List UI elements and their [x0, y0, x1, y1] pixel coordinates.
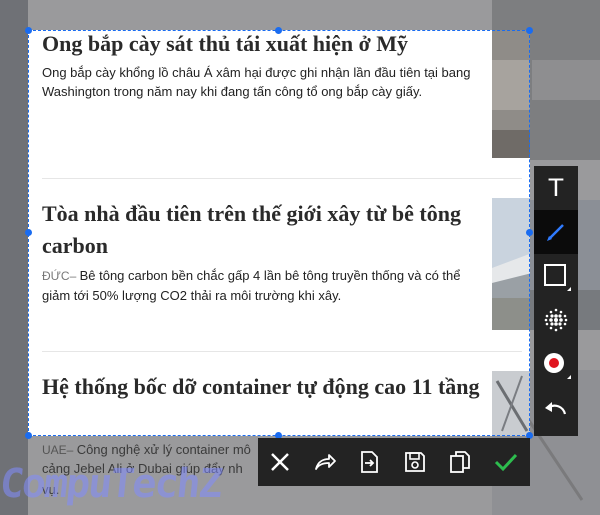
color-picker-button[interactable] [534, 342, 578, 386]
article-card[interactable]: Tòa nhà đầu tiên trên thế giới xây từ bê… [42, 198, 492, 305]
share-button[interactable] [303, 438, 347, 486]
text-tool-button[interactable]: T [534, 166, 578, 210]
text-tool-icon: T [548, 174, 564, 202]
blur-tool-icon [544, 308, 568, 332]
cancel-button[interactable] [258, 438, 302, 486]
pen-tool-button[interactable] [534, 210, 578, 254]
article-thumbnail[interactable] [492, 198, 530, 330]
capture-selection-area[interactable]: Ong bắp cày sát thủ tái xuất hiện ở Mỹ O… [28, 30, 530, 436]
confirm-check-icon [494, 453, 518, 472]
action-toolbar [258, 438, 530, 486]
export-file-button[interactable] [347, 438, 391, 486]
copy-button[interactable] [438, 438, 482, 486]
resize-handle-bottom-left[interactable] [25, 432, 32, 439]
resize-handle-top[interactable] [275, 27, 282, 34]
pen-tool-icon [547, 224, 564, 241]
watermark-logo: CompuTechZ [0, 461, 224, 507]
resize-handle-top-right[interactable] [526, 27, 533, 34]
blur-tool-button[interactable] [534, 298, 578, 342]
rectangle-tool-icon [544, 264, 571, 291]
article-card[interactable]: Ong bắp cày sát thủ tái xuất hiện ở Mỹ O… [42, 30, 492, 101]
article-location: ĐỨC– [42, 269, 80, 283]
close-icon [271, 453, 289, 471]
divider [42, 351, 522, 352]
export-file-icon [361, 451, 378, 473]
confirm-button[interactable] [484, 438, 528, 486]
save-button[interactable] [393, 438, 437, 486]
resize-handle-left[interactable] [25, 229, 32, 236]
save-icon [405, 452, 425, 472]
article-thumbnail[interactable] [492, 371, 530, 436]
share-icon [315, 454, 336, 470]
annotation-toolbar: T [534, 166, 578, 436]
article-summary: ĐỨC– Bê tông carbon bền chắc gấp 4 lần b… [42, 268, 461, 303]
copy-icon [450, 451, 470, 473]
article-thumbnail[interactable] [492, 30, 530, 158]
divider [42, 178, 522, 179]
article-summary: Ong bắp cày khổng lồ châu Á xâm hại được… [42, 65, 471, 99]
article-title[interactable]: Ong bắp cày sát thủ tái xuất hiện ở Mỹ [42, 30, 492, 60]
undo-icon [545, 402, 567, 415]
resize-handle-top-left[interactable] [25, 27, 32, 34]
article-title[interactable]: Tòa nhà đầu tiên trên thế giới xây từ bê… [42, 198, 492, 262]
undo-button[interactable] [534, 386, 578, 430]
rectangle-tool-button[interactable] [534, 254, 578, 298]
dimmed-summary-line-1: UAE– Công nghệ xử lý container mô [42, 442, 251, 457]
color-picker-icon [544, 353, 571, 379]
resize-handle-right[interactable] [526, 229, 533, 236]
article-card[interactable]: Hệ thống bốc dỡ container tự động cao 11… [42, 371, 492, 403]
article-title[interactable]: Hệ thống bốc dỡ container tự động cao 11… [42, 371, 492, 403]
